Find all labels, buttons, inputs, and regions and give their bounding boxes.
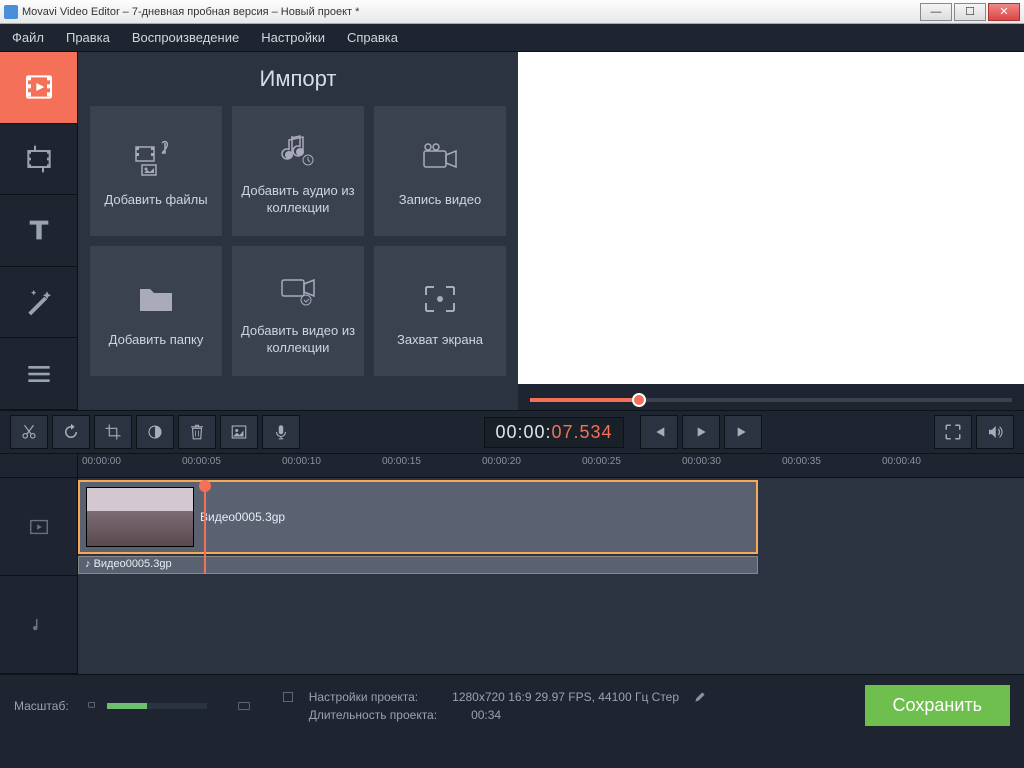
tile-label: Запись видео xyxy=(399,192,481,209)
maximize-button[interactable]: ☐ xyxy=(954,3,986,21)
play-button[interactable] xyxy=(682,415,720,449)
crop-button[interactable] xyxy=(94,415,132,449)
zoom-in-icon[interactable] xyxy=(237,699,251,713)
minimize-button[interactable]: — xyxy=(920,3,952,21)
tile-label: Добавить видео из коллекции xyxy=(240,323,356,357)
rotate-button[interactable] xyxy=(52,415,90,449)
time-current: 07.534 xyxy=(552,422,613,442)
import-record-video[interactable]: Запись видео xyxy=(374,106,506,236)
folder-icon xyxy=(136,274,176,324)
tab-titles[interactable] xyxy=(0,195,77,267)
audio-collection-icon xyxy=(278,125,318,175)
menubar: Файл Правка Воспроизведение Настройки Сп… xyxy=(0,24,1024,52)
preview-panel xyxy=(518,52,1024,410)
tile-label: Захват экрана xyxy=(397,332,483,349)
menu-edit[interactable]: Правка xyxy=(66,30,110,45)
import-add-folder[interactable]: Добавить папку xyxy=(90,246,222,376)
tab-filters[interactable] xyxy=(0,124,77,196)
video-preview[interactable] xyxy=(518,52,1024,384)
save-button[interactable]: Сохранить xyxy=(865,685,1010,726)
window-title: Movavi Video Editor – 7-дневная пробная … xyxy=(22,6,920,18)
import-add-audio[interactable]: Добавить аудио из коллекции xyxy=(232,106,364,236)
video-track-label[interactable] xyxy=(0,478,77,576)
import-add-video-collection[interactable]: Добавить видео из коллекции xyxy=(232,246,364,376)
audio-clip-filename: Видео0005.3gp xyxy=(94,558,172,570)
tile-label: Добавить папку xyxy=(109,332,204,349)
menu-settings[interactable]: Настройки xyxy=(261,30,325,45)
audio-clip[interactable]: ♪ Видео0005.3gp xyxy=(78,556,758,574)
video-clip[interactable]: Видео0005.3gp xyxy=(78,480,758,554)
add-files-icon xyxy=(134,134,178,184)
timeline: 00:00:00 00:00:05 00:00:10 00:00:15 00:0… xyxy=(0,454,1024,674)
mic-button[interactable] xyxy=(262,415,300,449)
duration-value: 00:34 xyxy=(471,708,501,722)
window-titlebar: Movavi Video Editor – 7-дневная пробная … xyxy=(0,0,1024,24)
seek-bar[interactable] xyxy=(518,390,1024,410)
video-track-icon xyxy=(28,516,50,538)
delete-button[interactable] xyxy=(178,415,216,449)
import-title: Импорт xyxy=(90,52,506,106)
video-collection-icon xyxy=(276,265,320,315)
cut-button[interactable] xyxy=(10,415,48,449)
next-frame-button[interactable] xyxy=(724,415,762,449)
left-tabbar xyxy=(0,52,78,410)
screen-capture-icon xyxy=(420,274,460,324)
tile-label: Добавить аудио из коллекции xyxy=(240,183,356,217)
menu-file[interactable]: Файл xyxy=(12,30,44,45)
volume-button[interactable] xyxy=(976,415,1014,449)
prev-frame-button[interactable] xyxy=(640,415,678,449)
settings-film-icon xyxy=(281,690,295,704)
music-note-icon xyxy=(30,616,48,634)
menu-playback[interactable]: Воспроизведение xyxy=(132,30,239,45)
project-settings-value: 1280x720 16:9 29.97 FPS, 44100 Гц Стер xyxy=(452,690,679,704)
seek-thumb[interactable] xyxy=(632,393,646,407)
close-button[interactable]: ✕ xyxy=(988,3,1020,21)
app-icon xyxy=(4,5,18,19)
import-add-files[interactable]: Добавить файлы xyxy=(90,106,222,236)
editor-toolbar: 00:00:07.534 xyxy=(0,410,1024,454)
tile-label: Добавить файлы xyxy=(104,192,207,209)
status-bar: Масштаб: Настройки проекта: 1280x720 16:… xyxy=(0,674,1024,736)
timeline-ruler[interactable]: 00:00:00 00:00:05 00:00:10 00:00:15 00:0… xyxy=(78,454,1024,478)
zoom-slider[interactable] xyxy=(107,703,207,709)
tab-effects[interactable] xyxy=(0,267,77,339)
tab-import[interactable] xyxy=(0,52,77,124)
zoom-out-icon[interactable] xyxy=(87,699,101,713)
tab-more[interactable] xyxy=(0,338,77,410)
edit-pencil-icon[interactable] xyxy=(693,690,707,704)
fullscreen-button[interactable] xyxy=(934,415,972,449)
time-prefix: 00:00: xyxy=(495,422,551,442)
import-panel: Импорт Добавить файлы Добавить аудио из … xyxy=(78,52,518,410)
zoom-label: Масштаб: xyxy=(14,699,69,713)
camera-record-icon xyxy=(418,134,462,184)
clip-filename: Видео0005.3gp xyxy=(200,510,285,524)
playhead[interactable] xyxy=(204,480,206,574)
image-button[interactable] xyxy=(220,415,258,449)
duration-label: Длительность проекта: xyxy=(309,708,437,722)
text-icon xyxy=(23,214,55,246)
clip-thumbnail xyxy=(86,487,194,547)
color-adjust-button[interactable] xyxy=(136,415,174,449)
playback-time: 00:00:07.534 xyxy=(484,417,623,448)
project-settings-label: Настройки проекта: xyxy=(309,690,418,704)
hamburger-icon xyxy=(23,358,55,390)
menu-help[interactable]: Справка xyxy=(347,30,398,45)
import-screen-capture[interactable]: Захват экрана xyxy=(374,246,506,376)
magic-wand-icon xyxy=(23,286,55,318)
film-import-icon xyxy=(23,71,55,103)
audio-track-label[interactable] xyxy=(0,576,77,674)
crop-filter-icon xyxy=(23,143,55,175)
